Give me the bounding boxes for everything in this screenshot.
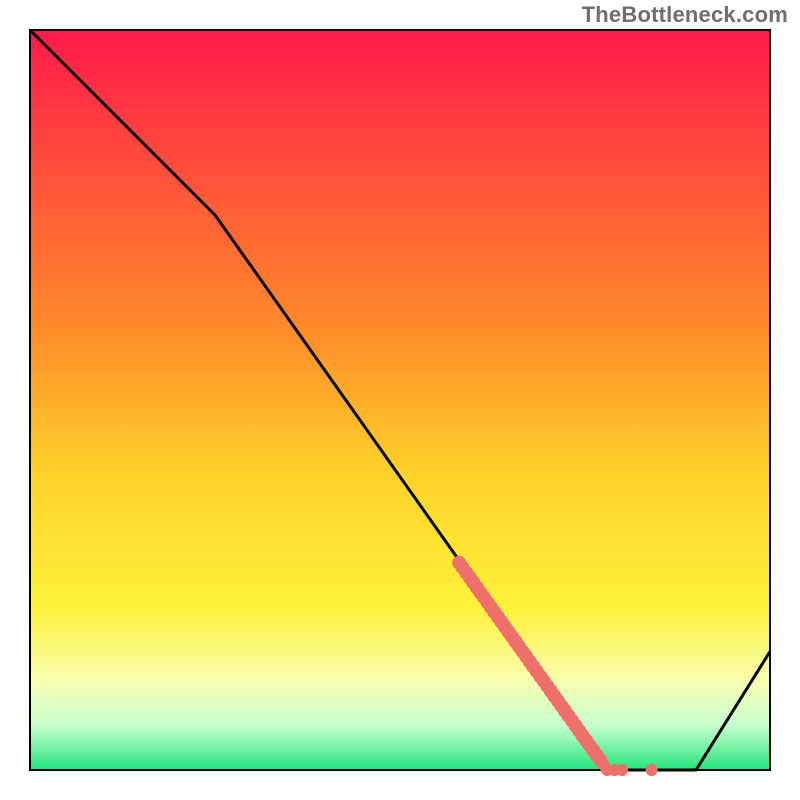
- highlight-dot: [646, 764, 658, 776]
- watermark-label: TheBottleneck.com: [582, 2, 788, 28]
- bottleneck-chart: [0, 0, 800, 800]
- chart-container: TheBottleneck.com: [0, 0, 800, 800]
- highlight-dot: [616, 764, 628, 776]
